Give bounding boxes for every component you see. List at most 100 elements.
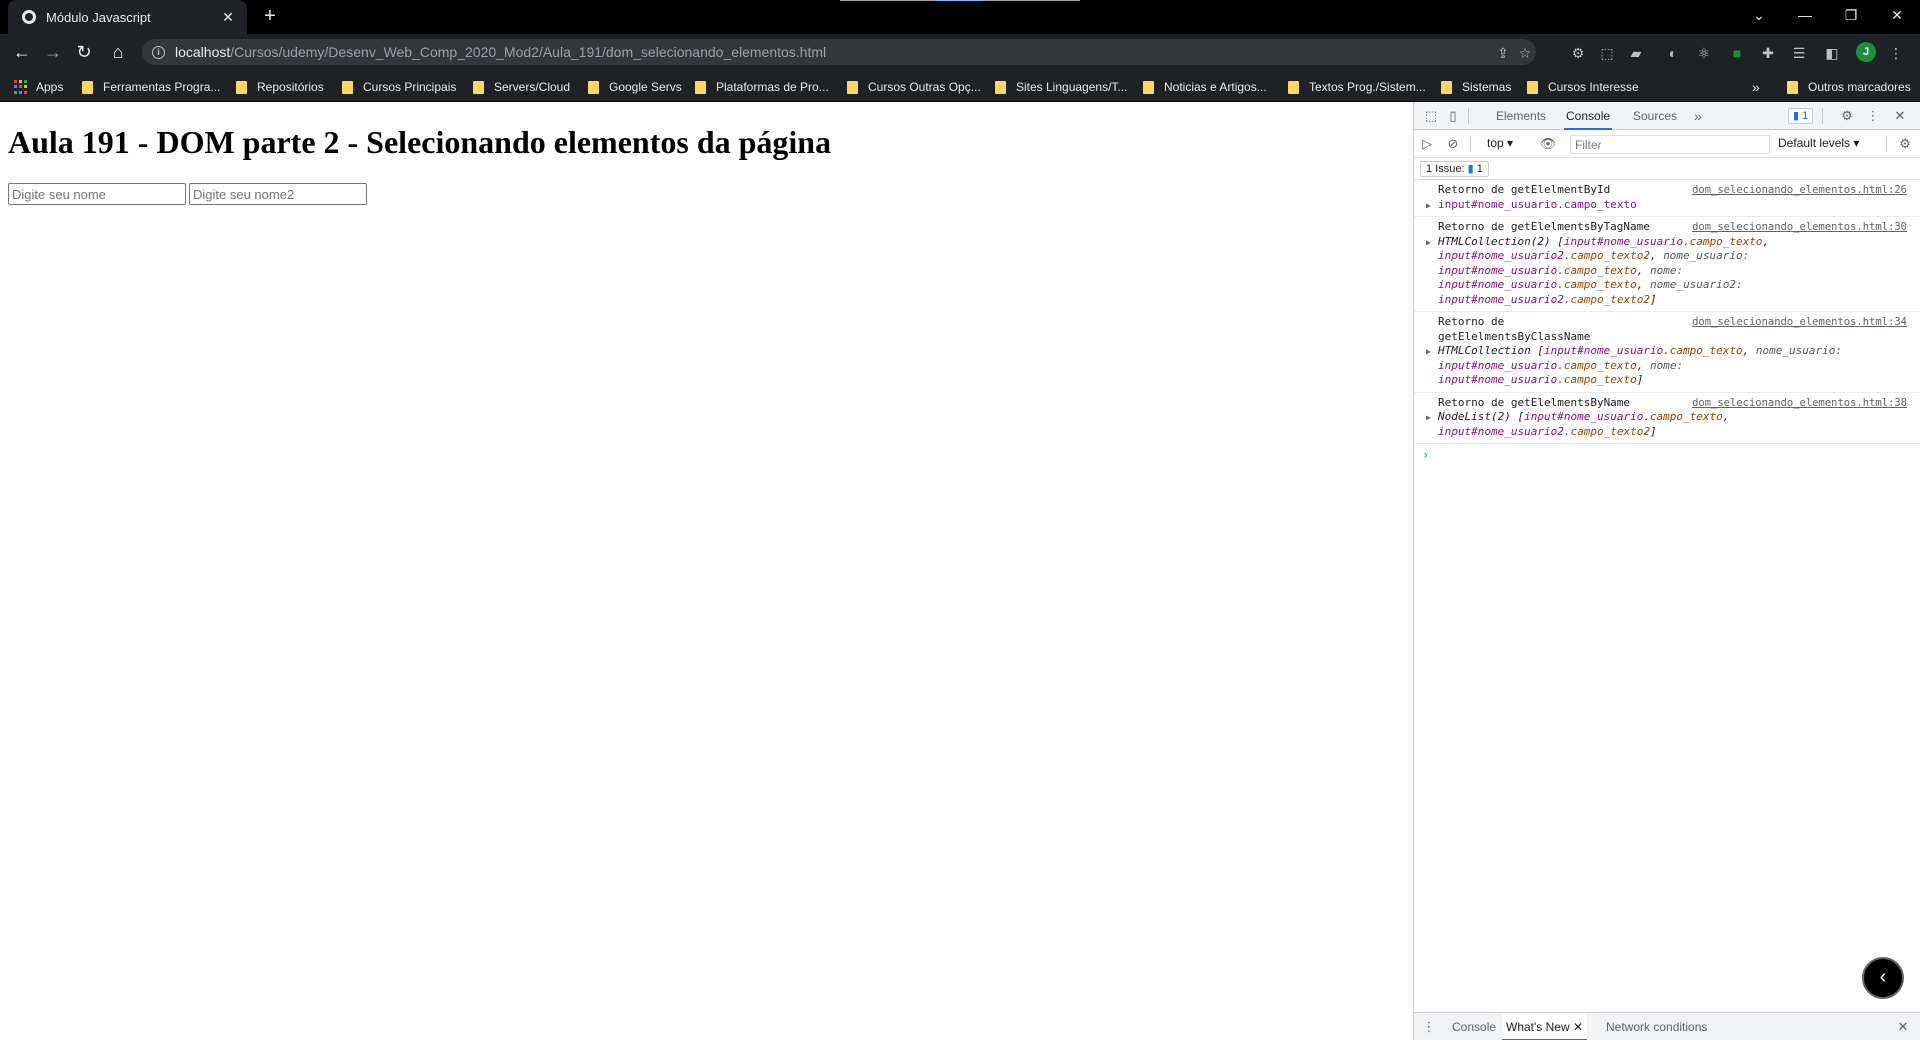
name-input[interactable] <box>8 183 186 205</box>
profile-avatar[interactable]: J <box>1856 42 1876 62</box>
screenshot-extension-icon[interactable]: ⬚ <box>1599 45 1615 61</box>
tab-search-chevron-icon[interactable]: ⌄ <box>1736 0 1782 30</box>
node-class: .campo_texto2 <box>1563 424 1650 438</box>
context-select[interactable]: top ▾ <box>1487 136 1513 150</box>
issues-badge[interactable]: ▮ 1 <box>1788 108 1814 124</box>
site-info-icon[interactable]: i <box>152 45 165 59</box>
console-message: dom_selecionando_elementos.html:38 Retor… <box>1414 393 1920 444</box>
bookmark-label: Cursos Principais <box>363 80 457 94</box>
console-prompt[interactable]: › <box>1414 444 1920 466</box>
chevron-left-floating-button[interactable]: ‹ <box>1862 957 1904 999</box>
message-label: Retorno de getElelmentsByTagName <box>1438 220 1650 233</box>
name2-input[interactable] <box>189 183 367 205</box>
node-class: .campo_texto <box>1663 344 1743 357</box>
bookmark-folder[interactable]: Cursos Interesse <box>1527 78 1639 96</box>
expandable-object[interactable]: ▶ NodeList(2) [input#nome_usuario.campo_t… <box>1426 410 1913 439</box>
close-icon[interactable]: ✕ <box>1573 1020 1583 1034</box>
translate-extension-icon[interactable]: ▰ <box>1628 45 1644 61</box>
expandable-object[interactable]: ▶ input#nome_usuario.campo_texto <box>1426 198 1913 213</box>
browser-tab-active[interactable]: Módulo Javascript ✕ <box>8 0 247 34</box>
react-extension-icon[interactable]: ⚛ <box>1696 45 1712 61</box>
new-tab-button[interactable]: + <box>258 5 282 29</box>
live-expression-eye-icon[interactable]: 👁 <box>1539 135 1557 153</box>
device-toolbar-icon[interactable]: ▯ <box>1444 107 1462 125</box>
node-tag: input <box>1438 424 1472 438</box>
bookmark-folder[interactable]: Servers/Cloud <box>473 78 570 96</box>
bookmark-folder[interactable]: Repositórios <box>236 78 324 96</box>
drawer-tab-network-conditions[interactable]: Network conditions <box>1606 1013 1707 1040</box>
forward-button[interactable]: → <box>41 40 65 64</box>
bookmark-label: Servers/Cloud <box>494 80 571 94</box>
tab-sources[interactable]: Sources <box>1631 102 1679 130</box>
expandable-object[interactable]: HTMLCollection(2) [input#nome_usuario.ca… <box>1426 235 1913 308</box>
message-source-link[interactable]: dom_selecionando_elementos.html:30 <box>1692 220 1907 235</box>
restore-button[interactable]: ❐ <box>1828 0 1874 30</box>
bookmark-folder[interactable]: Sistemas <box>1441 78 1511 96</box>
folder-icon <box>1527 80 1538 94</box>
green-extension-icon[interactable]: ■ <box>1729 45 1745 61</box>
dark-mode-extension-icon[interactable]: ◐ <box>1665 45 1681 61</box>
expandable-object[interactable]: HTMLCollection [input#nome_usuario.campo… <box>1426 344 1913 388</box>
bookmark-folder[interactable]: Ferramentas Progra... <box>82 78 220 96</box>
other-bookmarks-folder[interactable]: Outros marcadores <box>1787 78 1911 96</box>
drawer-tab-whats-new[interactable]: What's New ✕ <box>1502 1013 1588 1040</box>
share-icon[interactable]: ⇪ <box>1494 44 1512 62</box>
settings-gear-icon[interactable]: ⚙ <box>1838 107 1856 125</box>
issues-pill[interactable]: 1 Issue: ▮ 1 <box>1420 161 1489 177</box>
close-devtools-icon[interactable]: ✕ <box>1891 107 1909 125</box>
node-tag: input <box>1438 263 1472 277</box>
bookmark-star-icon[interactable]: ☆ <box>1516 44 1534 62</box>
window-close-button[interactable]: ✕ <box>1874 0 1920 30</box>
reload-button[interactable]: ↻ <box>72 40 96 64</box>
message-source-link[interactable]: dom_selecionando_elementos.html:34 <box>1692 315 1907 330</box>
close-icon[interactable]: ✕ <box>219 9 237 26</box>
bookmark-label: Google Servs <box>609 80 682 94</box>
console-settings-gear-icon[interactable]: ⚙ <box>1896 135 1914 153</box>
minimize-button[interactable]: — <box>1782 0 1828 30</box>
reading-list-icon[interactable]: ☰ <box>1791 45 1807 61</box>
node-class: .campo_texto <box>1557 197 1637 211</box>
page-title: Aula 191 - DOM parte 2 - Selecionando el… <box>8 124 832 160</box>
expand-triangle-icon[interactable]: ▶ <box>1426 236 1431 251</box>
expand-triangle-icon[interactable]: ▶ <box>1426 411 1431 426</box>
bookmark-folder[interactable]: Cursos Outras Opç... <box>847 78 981 96</box>
folder-icon <box>695 80 706 94</box>
clear-console-icon[interactable]: ⊘ <box>1444 135 1462 153</box>
bookmark-folder[interactable]: Sites Linguagens/T... <box>995 78 1127 96</box>
side-panel-icon[interactable]: ◧ <box>1824 45 1840 61</box>
menu-kebab-icon[interactable]: ⋮ <box>1888 45 1904 61</box>
back-button[interactable]: ← <box>10 40 34 64</box>
apps-grid-icon <box>14 80 28 94</box>
devtools-menu-icon[interactable]: ⋮ <box>1864 107 1882 125</box>
expand-triangle-icon[interactable]: ▶ <box>1426 199 1431 214</box>
tab-elements[interactable]: Elements <box>1494 102 1548 130</box>
node-id: #nome_usuario <box>1471 373 1558 386</box>
message-source-link[interactable]: dom_selecionando_elementos.html:26 <box>1692 183 1907 198</box>
drawer-tab-console[interactable]: Console <box>1452 1013 1496 1040</box>
bookmark-folder[interactable]: Noticias e Artigos... <box>1143 78 1267 96</box>
bookmark-folder[interactable]: Plataformas de Pro... <box>695 78 829 96</box>
log-levels-select[interactable]: Default levels ▾ <box>1778 136 1859 150</box>
inspect-element-icon[interactable]: ⬚ <box>1422 107 1440 125</box>
bookmark-folder[interactable]: Cursos Principais <box>342 78 456 96</box>
bookmark-label: Noticias e Artigos... <box>1164 80 1267 94</box>
collection-close: ] <box>1649 292 1657 306</box>
bookmark-apps[interactable]: Apps <box>14 78 63 96</box>
sidebar-toggle-icon[interactable]: ▷ <box>1418 135 1436 153</box>
drawer-menu-icon[interactable]: ⋮ <box>1420 1018 1438 1036</box>
home-button[interactable]: ⌂ <box>106 40 130 64</box>
address-bar[interactable]: i localhost /Cursos/udemy/Desenv_Web_Com… <box>142 39 1536 65</box>
console-messages: dom_selecionando_elementos.html:26 Retor… <box>1414 180 1920 466</box>
page-viewport: Aula 191 - DOM parte 2 - Selecionando el… <box>0 102 1413 1040</box>
tab-console[interactable]: Console <box>1564 102 1613 130</box>
close-drawer-icon[interactable]: ✕ <box>1894 1018 1912 1036</box>
message-source-link[interactable]: dom_selecionando_elementos.html:38 <box>1692 396 1907 411</box>
more-tabs-button[interactable]: » <box>1692 102 1704 130</box>
bookmark-folder[interactable]: Textos Prog./Sistem... <box>1288 78 1426 96</box>
expand-triangle-icon[interactable]: ▶ <box>1426 345 1431 360</box>
extensions-puzzle-icon[interactable]: ✚ <box>1760 45 1776 61</box>
settings-extension-icon[interactable]: ⚙ <box>1570 45 1586 61</box>
console-filter-input[interactable] <box>1570 135 1770 154</box>
bookmark-folder[interactable]: Google Servs <box>588 78 682 96</box>
bookmarks-overflow-button[interactable]: » <box>1752 78 1760 96</box>
